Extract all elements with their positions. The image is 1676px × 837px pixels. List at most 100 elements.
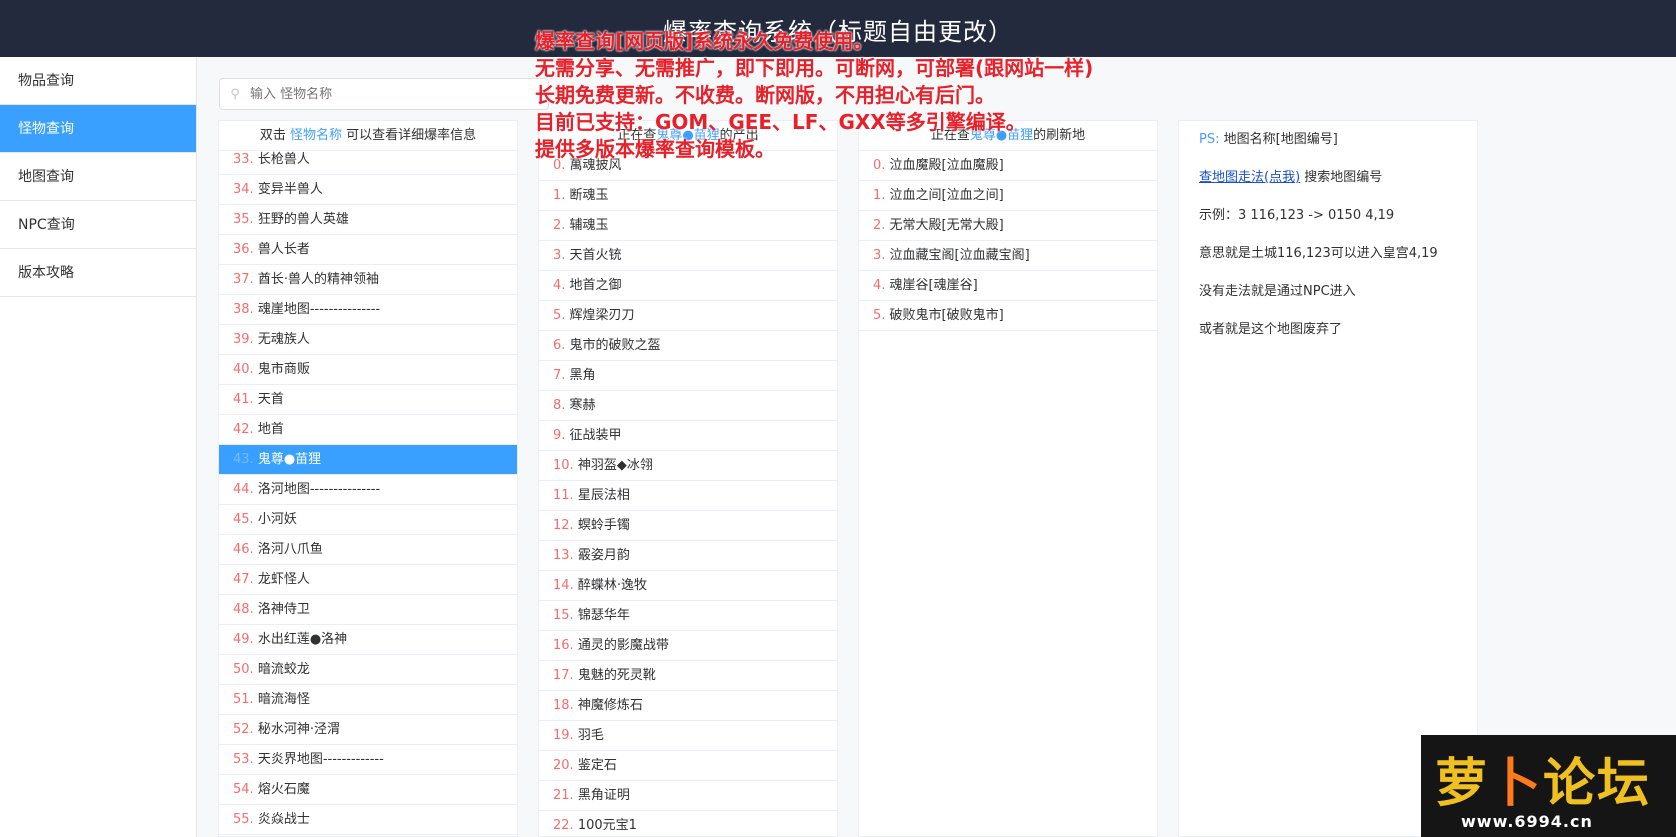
drop-row[interactable]: 9. 征战装甲: [539, 421, 837, 451]
monster-row[interactable]: 52. 秘水河神·泾渭: [219, 715, 517, 745]
ps-text: 地图名称[地图编号]: [1223, 132, 1338, 147]
monster-row[interactable]: 49. 水出红莲●洛神: [219, 625, 517, 655]
drop-row[interactable]: 3. 天首火铳: [539, 241, 837, 271]
monster-row[interactable]: 53. 天炎界地图-------------: [219, 745, 517, 775]
row-number: 34.: [233, 182, 254, 197]
promo-line: 长期免费更新。不收费。断网版，不用担心有后门。: [535, 83, 995, 107]
drop-row[interactable]: 19. 羽毛: [539, 721, 837, 751]
header-prefix: 双击: [259, 128, 286, 143]
drop-row[interactable]: 22. 100元宝1: [539, 811, 837, 836]
row-name: 熔火石魔: [257, 782, 310, 797]
search-icon: ⚲: [230, 86, 240, 102]
row-name: 无常大殿[无常大殿]: [889, 218, 1004, 233]
monster-row[interactable]: 54. 熔火石魔: [219, 775, 517, 805]
row-number: 11.: [553, 488, 574, 503]
sidebar-item-npc[interactable]: NPC查询: [0, 201, 196, 249]
row-name: 洛神侍卫: [257, 602, 310, 617]
monster-list-panel: 双击 怪物名称 可以查看详细爆率信息 33. 长枪兽人 34. 变异半兽人 35. …: [218, 120, 518, 837]
row-name: 黑角: [569, 368, 596, 383]
row-name: 地首: [257, 422, 284, 437]
monster-row[interactable]: 36. 兽人长者: [219, 235, 517, 265]
drop-row[interactable]: 18. 神魔修炼石: [539, 691, 837, 721]
monster-row[interactable]: 42. 地首: [219, 415, 517, 445]
monster-row[interactable]: 34. 变异半兽人: [219, 175, 517, 205]
row-name: 100元宝1: [577, 818, 637, 833]
map-route-link[interactable]: 查地图走法(点我): [1199, 170, 1300, 185]
row-name: 羽毛: [577, 728, 604, 743]
info-link-line: 查地图走法(点我) 搜索地图编号: [1199, 165, 1457, 203]
sidebar-item-items[interactable]: 物品查询: [0, 57, 196, 105]
monster-row[interactable]: 50. 暗流蛟龙: [219, 655, 517, 685]
drop-row[interactable]: 1. 断魂玉: [539, 181, 837, 211]
row-number: 1.: [553, 188, 566, 203]
monster-row[interactable]: 40. 鬼市商贩: [219, 355, 517, 385]
monster-row[interactable]: 37. 酋长·兽人的精神领袖: [219, 265, 517, 295]
row-number: 16.: [553, 638, 574, 653]
search-input[interactable]: [250, 86, 548, 102]
monster-row[interactable]: 38. 魂崖地图---------------: [219, 295, 517, 325]
header-suffix: 可以查看详细爆率信息: [346, 128, 477, 143]
map-row[interactable]: 5. 破败鬼市[破败鬼市]: [859, 301, 1157, 331]
info-example: 示例：3 116,123 -> 0150 4,19: [1199, 208, 1395, 223]
row-name: 鬼尊●苗狸: [257, 452, 322, 467]
row-name: 兽人长者: [257, 242, 310, 257]
row-number: 41.: [233, 392, 254, 407]
monster-row[interactable]: 43. 鬼尊●苗狸: [219, 445, 517, 475]
row-number: 12.: [553, 518, 574, 533]
promo-line: 提供多版本爆率查询模板。: [535, 137, 775, 161]
monster-row[interactable]: 45. 小河妖: [219, 505, 517, 535]
row-number: 3.: [553, 248, 566, 263]
row-number: 44.: [233, 482, 254, 497]
drop-row[interactable]: 7. 黑角: [539, 361, 837, 391]
row-name: 鉴定石: [577, 758, 617, 773]
row-name: 霰姿月韵: [577, 548, 630, 563]
monster-row[interactable]: 44. 洛河地图---------------: [219, 475, 517, 505]
monster-row[interactable]: 51. 暗流海怪: [219, 685, 517, 715]
drop-row[interactable]: 8. 寒赫: [539, 391, 837, 421]
monster-row[interactable]: 48. 洛神侍卫: [219, 595, 517, 625]
drop-row[interactable]: 15. 锦瑟华年: [539, 601, 837, 631]
drop-row[interactable]: 11. 星辰法相: [539, 481, 837, 511]
map-row[interactable]: 4. 魂崖谷[魂崖谷]: [859, 271, 1157, 301]
map-row[interactable]: 1. 泣血之间[泣血之间]: [859, 181, 1157, 211]
drops-panel: 正在查鬼尊●苗狸的产出 0. 萬魂披风 1. 断魂玉 2. 辅魂玉 3. 天首火铳 4.…: [538, 120, 838, 837]
row-number: 54.: [233, 782, 254, 797]
drop-row[interactable]: 14. 醉蝶林·逸牧: [539, 571, 837, 601]
row-number: 45.: [233, 512, 254, 527]
monster-row[interactable]: 47. 龙虾怪人: [219, 565, 517, 595]
row-number: 51.: [233, 692, 254, 707]
row-number: 40.: [233, 362, 254, 377]
drop-row[interactable]: 17. 鬼魅的死灵靴: [539, 661, 837, 691]
row-name: 暗流蛟龙: [257, 662, 310, 677]
sidebar-item-guide[interactable]: 版本攻略: [0, 249, 196, 297]
row-name: 秘水河神·泾渭: [257, 722, 340, 737]
row-name: 黑角证明: [577, 788, 630, 803]
map-row[interactable]: 2. 无常大殿[无常大殿]: [859, 211, 1157, 241]
monster-row[interactable]: 46. 洛河八爪鱼: [219, 535, 517, 565]
monster-row[interactable]: 39. 无魂族人: [219, 325, 517, 355]
row-number: 22.: [553, 818, 574, 833]
row-number: 5.: [873, 308, 886, 323]
drop-row[interactable]: 2. 辅魂玉: [539, 211, 837, 241]
drop-row[interactable]: 6. 鬼市的破败之盔: [539, 331, 837, 361]
row-name: 寒赫: [569, 398, 596, 413]
row-number: 2.: [553, 218, 566, 233]
drop-row[interactable]: 16. 通灵的影魔战带: [539, 631, 837, 661]
drop-row[interactable]: 5. 辉煌梁刃刀: [539, 301, 837, 331]
row-name: 鬼市商贩: [257, 362, 310, 377]
drop-row[interactable]: 10. 神羽盔◆冰翎: [539, 451, 837, 481]
monster-row[interactable]: 55. 炎焱战士: [219, 805, 517, 835]
maps-list: 0. 泣血魔殿[泣血魔殿] 1. 泣血之间[泣血之间] 2. 无常大殿[无常大殿] 3…: [859, 151, 1157, 331]
drop-row[interactable]: 13. 霰姿月韵: [539, 541, 837, 571]
row-number: 49.: [233, 632, 254, 647]
monster-row[interactable]: 41. 天首: [219, 385, 517, 415]
drop-row[interactable]: 21. 黑角证明: [539, 781, 837, 811]
row-name: 暗流海怪: [257, 692, 310, 707]
drop-row[interactable]: 4. 地首之御: [539, 271, 837, 301]
drop-row[interactable]: 12. 螟蛉手镯: [539, 511, 837, 541]
map-row[interactable]: 3. 泣血藏宝阁[泣血藏宝阁]: [859, 241, 1157, 271]
monster-row[interactable]: 35. 狂野的兽人英雄: [219, 205, 517, 235]
drop-row[interactable]: 20. 鉴定石: [539, 751, 837, 781]
sidebar-item-monsters[interactable]: 怪物查询: [0, 105, 196, 153]
sidebar-item-maps[interactable]: 地图查询: [0, 153, 196, 201]
